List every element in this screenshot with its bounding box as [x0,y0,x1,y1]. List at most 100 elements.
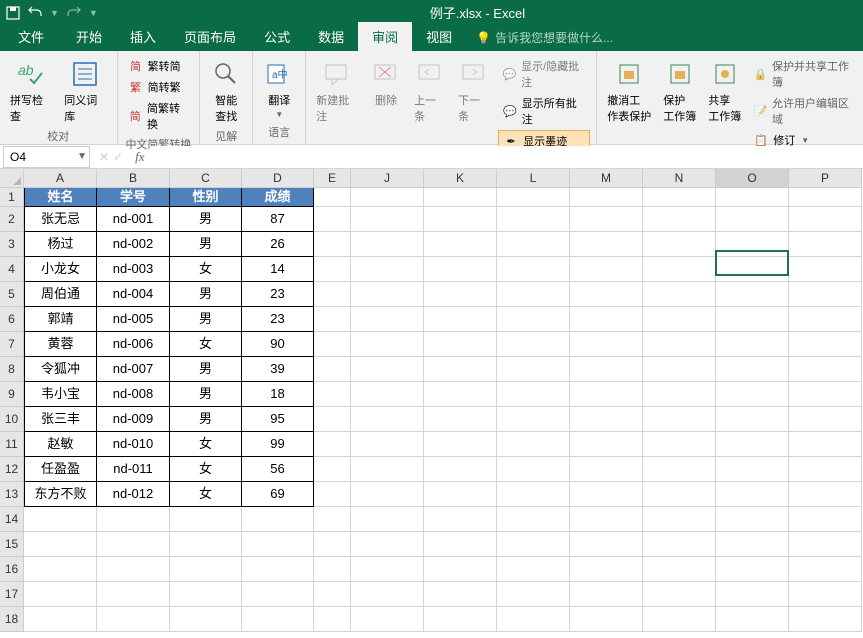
cell[interactable]: 杨过 [24,232,97,257]
cell[interactable] [570,432,643,457]
cell[interactable] [716,232,789,257]
cell[interactable] [424,207,497,232]
row-header-16[interactable]: 16 [0,557,24,582]
cell[interactable] [242,507,314,532]
cell[interactable]: nd-007 [97,357,170,382]
col-header-B[interactable]: B [97,169,170,188]
cell[interactable]: 学号 [97,188,170,207]
cell[interactable] [643,432,716,457]
cell[interactable]: nd-004 [97,282,170,307]
cell[interactable] [97,507,170,532]
cell[interactable]: 23 [242,282,314,307]
cell[interactable] [314,582,351,607]
share-wb-button[interactable]: 共享 工作簿 [704,56,745,126]
cell[interactable] [497,582,570,607]
cell[interactable] [351,232,424,257]
cell[interactable] [497,482,570,507]
col-header-E[interactable]: E [314,169,351,188]
cell[interactable] [643,532,716,557]
cell[interactable]: 张三丰 [24,407,97,432]
cell[interactable] [351,507,424,532]
cell[interactable] [570,188,643,207]
cell[interactable] [424,307,497,332]
cell[interactable]: 90 [242,332,314,357]
select-all-button[interactable] [0,169,24,188]
cell[interactable] [716,257,789,282]
cell[interactable] [314,232,351,257]
cell[interactable]: 韦小宝 [24,382,97,407]
col-header-P[interactable]: P [789,169,862,188]
cell[interactable] [643,257,716,282]
cell[interactable]: nd-006 [97,332,170,357]
allow-edit-button[interactable]: 📝允许用户编辑区域 [749,93,857,129]
tab-data[interactable]: 数据 [304,22,358,51]
cell[interactable] [643,507,716,532]
cell[interactable]: 郭靖 [24,307,97,332]
cell[interactable] [716,407,789,432]
undo-icon[interactable] [28,6,42,20]
cell[interactable] [314,382,351,407]
cell[interactable] [424,257,497,282]
col-header-O[interactable]: O [716,169,789,188]
fx-icon[interactable]: fx [129,149,150,165]
cell[interactable] [643,232,716,257]
cancel-icon[interactable]: ✕ [99,150,109,164]
cell[interactable] [570,207,643,232]
cell[interactable] [424,507,497,532]
cell[interactable]: 黄蓉 [24,332,97,357]
cell[interactable] [314,607,351,632]
cell[interactable]: 东方不败 [24,482,97,507]
namebox-dropdown-icon[interactable]: ▼ [77,151,87,162]
cell[interactable] [789,532,862,557]
cell[interactable] [497,557,570,582]
cell[interactable] [314,482,351,507]
cell[interactable] [314,457,351,482]
cell[interactable] [314,332,351,357]
row-header-15[interactable]: 15 [0,532,24,557]
cell[interactable] [314,257,351,282]
next-comment-button[interactable]: 下一条 [454,56,494,126]
row-header-12[interactable]: 12 [0,457,24,482]
tab-home[interactable]: 开始 [62,22,116,51]
cell[interactable] [716,532,789,557]
cell[interactable]: 女 [170,482,242,507]
thesaurus-button[interactable]: 同义词库 [60,56,110,126]
cell[interactable] [314,432,351,457]
row-header-10[interactable]: 10 [0,407,24,432]
row-header-17[interactable]: 17 [0,582,24,607]
cell[interactable]: 男 [170,207,242,232]
tab-file[interactable]: 文件 [0,22,62,51]
cell[interactable] [351,282,424,307]
cell[interactable] [314,407,351,432]
cell[interactable] [497,332,570,357]
cell[interactable] [570,482,643,507]
conv-button[interactable]: 简简繁转换 [124,98,194,134]
cell[interactable] [24,607,97,632]
row-header-13[interactable]: 13 [0,482,24,507]
cell[interactable]: nd-002 [97,232,170,257]
cell[interactable]: 99 [242,432,314,457]
save-icon[interactable] [6,6,20,20]
cell-grid[interactable]: 姓名学号性别成绩张无忌nd-001男87杨过nd-002男26小龙女nd-003… [24,188,862,632]
showhide-comment-button[interactable]: 💬显示/隐藏批注 [498,56,590,92]
cell[interactable] [497,507,570,532]
cell[interactable] [570,457,643,482]
cell[interactable] [570,532,643,557]
cell[interactable] [24,582,97,607]
cell[interactable] [570,582,643,607]
cell[interactable] [716,457,789,482]
cell[interactable] [789,207,862,232]
cell[interactable] [97,607,170,632]
cell[interactable]: 男 [170,382,242,407]
cell[interactable]: 87 [242,207,314,232]
cell[interactable] [643,282,716,307]
col-header-M[interactable]: M [570,169,643,188]
cell[interactable] [497,532,570,557]
name-box[interactable]: O4 ▼ [3,146,90,168]
cell[interactable]: 男 [170,407,242,432]
cell[interactable] [716,432,789,457]
cell[interactable] [351,407,424,432]
tab-layout[interactable]: 页面布局 [170,22,250,51]
cell[interactable]: 69 [242,482,314,507]
cell[interactable] [497,257,570,282]
